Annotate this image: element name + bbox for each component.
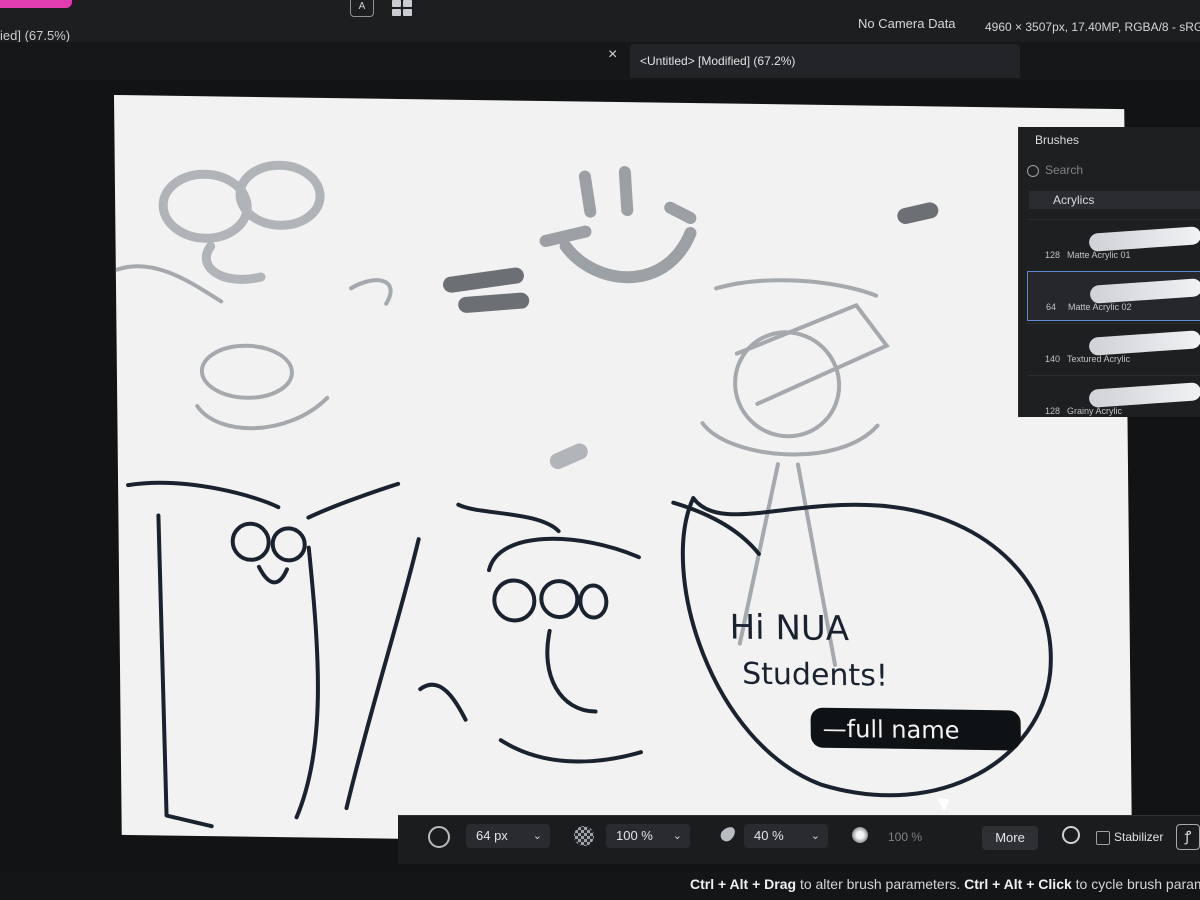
hint-text: Ctrl + Alt + Drag to alter brush paramet… bbox=[690, 876, 1200, 892]
hint-description-1: to alter brush parameters. bbox=[799, 876, 961, 892]
hint-shortcut-2: Ctrl + Alt + Click bbox=[964, 876, 1072, 892]
chevron-down-icon: ⌄ bbox=[532, 830, 542, 842]
hint-shortcut-1: Ctrl + Alt + Drag bbox=[690, 876, 797, 892]
other-document-title[interactable]: ied] (67.5%) bbox=[0, 28, 70, 43]
text-tool-icon[interactable]: A bbox=[350, 0, 374, 17]
brushes-tab[interactable]: Brushes bbox=[1035, 133, 1079, 147]
brush-size: 128 bbox=[1045, 250, 1061, 260]
flow-select[interactable]: 40 % ⌄ bbox=[744, 824, 828, 848]
brush-name: Matte Acrylic 01 bbox=[1067, 250, 1131, 260]
hardness-value[interactable]: 100 % bbox=[888, 830, 922, 844]
brush-name: Grainy Acrylic bbox=[1067, 406, 1123, 416]
brush-preview bbox=[1088, 226, 1200, 252]
stabilizer-checkbox[interactable] bbox=[1096, 831, 1110, 845]
sketch-layer: Hi NUA Students! —full name bbox=[113, 160, 1053, 829]
chevron-down-icon: ⌄ bbox=[672, 830, 682, 842]
brush-width-icon bbox=[428, 826, 450, 848]
close-icon[interactable]: × bbox=[608, 46, 617, 64]
brush-width-select[interactable]: 64 px ⌄ bbox=[466, 824, 550, 848]
grid-icon[interactable] bbox=[392, 0, 412, 16]
brush-preview bbox=[1088, 330, 1200, 356]
chevron-down-icon: ⌄ bbox=[810, 830, 820, 842]
document-tab[interactable]: <Untitled> [Modified] (67.2%) bbox=[630, 44, 1020, 78]
brush-item-selected[interactable]: 64 Matte Acrylic 02 bbox=[1027, 271, 1200, 321]
brush-category[interactable]: Acrylics bbox=[1029, 191, 1200, 209]
document-tab-title: <Untitled> [Modified] (67.2%) bbox=[640, 54, 796, 68]
brush-item[interactable]: 128 Grainy Acrylic bbox=[1027, 375, 1200, 424]
brush-name: Textured Acrylic bbox=[1067, 354, 1131, 364]
speech-line-2: Students! bbox=[742, 657, 888, 694]
hardness-icon bbox=[852, 827, 868, 843]
speech-line-1: Hi NUA bbox=[729, 607, 849, 649]
flow-value: 40 % bbox=[754, 828, 784, 843]
brush-search-placeholder: Search bbox=[1045, 163, 1084, 177]
camera-data-label: No Camera Data bbox=[858, 16, 956, 31]
opacity-select[interactable]: 100 % ⌄ bbox=[606, 824, 690, 848]
brush-preview bbox=[1089, 278, 1200, 304]
app-tab-highlight[interactable] bbox=[0, 0, 72, 8]
brush-size: 64 bbox=[1046, 302, 1057, 312]
brush-item[interactable]: 140 Textured Acrylic bbox=[1027, 323, 1200, 372]
stabilizer-label: Stabilizer bbox=[1114, 830, 1164, 844]
brush-name: Matte Acrylic 02 bbox=[1068, 302, 1132, 312]
rope-mode-icon[interactable]: ꝭ bbox=[1176, 824, 1200, 850]
flow-icon bbox=[718, 824, 738, 844]
brush-search[interactable]: Search bbox=[1027, 163, 1197, 181]
document-tab-bar bbox=[0, 42, 1200, 80]
brush-width-value: 64 px bbox=[476, 828, 508, 843]
brushes-panel: Brushes Search Acrylics 128 Matte Acryli… bbox=[1018, 127, 1200, 417]
context-toolbar: 64 px ⌄ 100 % ⌄ 40 % ⌄ 100 % More Stabilize… bbox=[398, 815, 1200, 864]
more-button[interactable]: More bbox=[982, 826, 1038, 850]
target-icon[interactable] bbox=[1062, 826, 1080, 844]
brush-size: 128 bbox=[1045, 406, 1061, 416]
brush-item[interactable]: 128 Matte Acrylic 01 bbox=[1027, 219, 1200, 268]
search-icon bbox=[1027, 164, 1039, 177]
brush-preview bbox=[1088, 382, 1200, 408]
document-dimensions: 4960 × 3507px, 17.40MP, RGBA/8 - sRGB bbox=[985, 20, 1200, 34]
top-bar: ied] (67.5%) A No Camera Data 4960 × 350… bbox=[0, 0, 1200, 43]
hint-description-2: to cycle brush param... bbox=[1075, 876, 1200, 892]
drawing-canvas[interactable]: Hi NUA Students! —full name bbox=[113, 94, 1132, 850]
brush-size: 140 bbox=[1045, 354, 1061, 364]
opacity-value: 100 % bbox=[616, 828, 653, 843]
signature-text: —full name bbox=[823, 715, 960, 745]
opacity-icon bbox=[574, 826, 594, 846]
